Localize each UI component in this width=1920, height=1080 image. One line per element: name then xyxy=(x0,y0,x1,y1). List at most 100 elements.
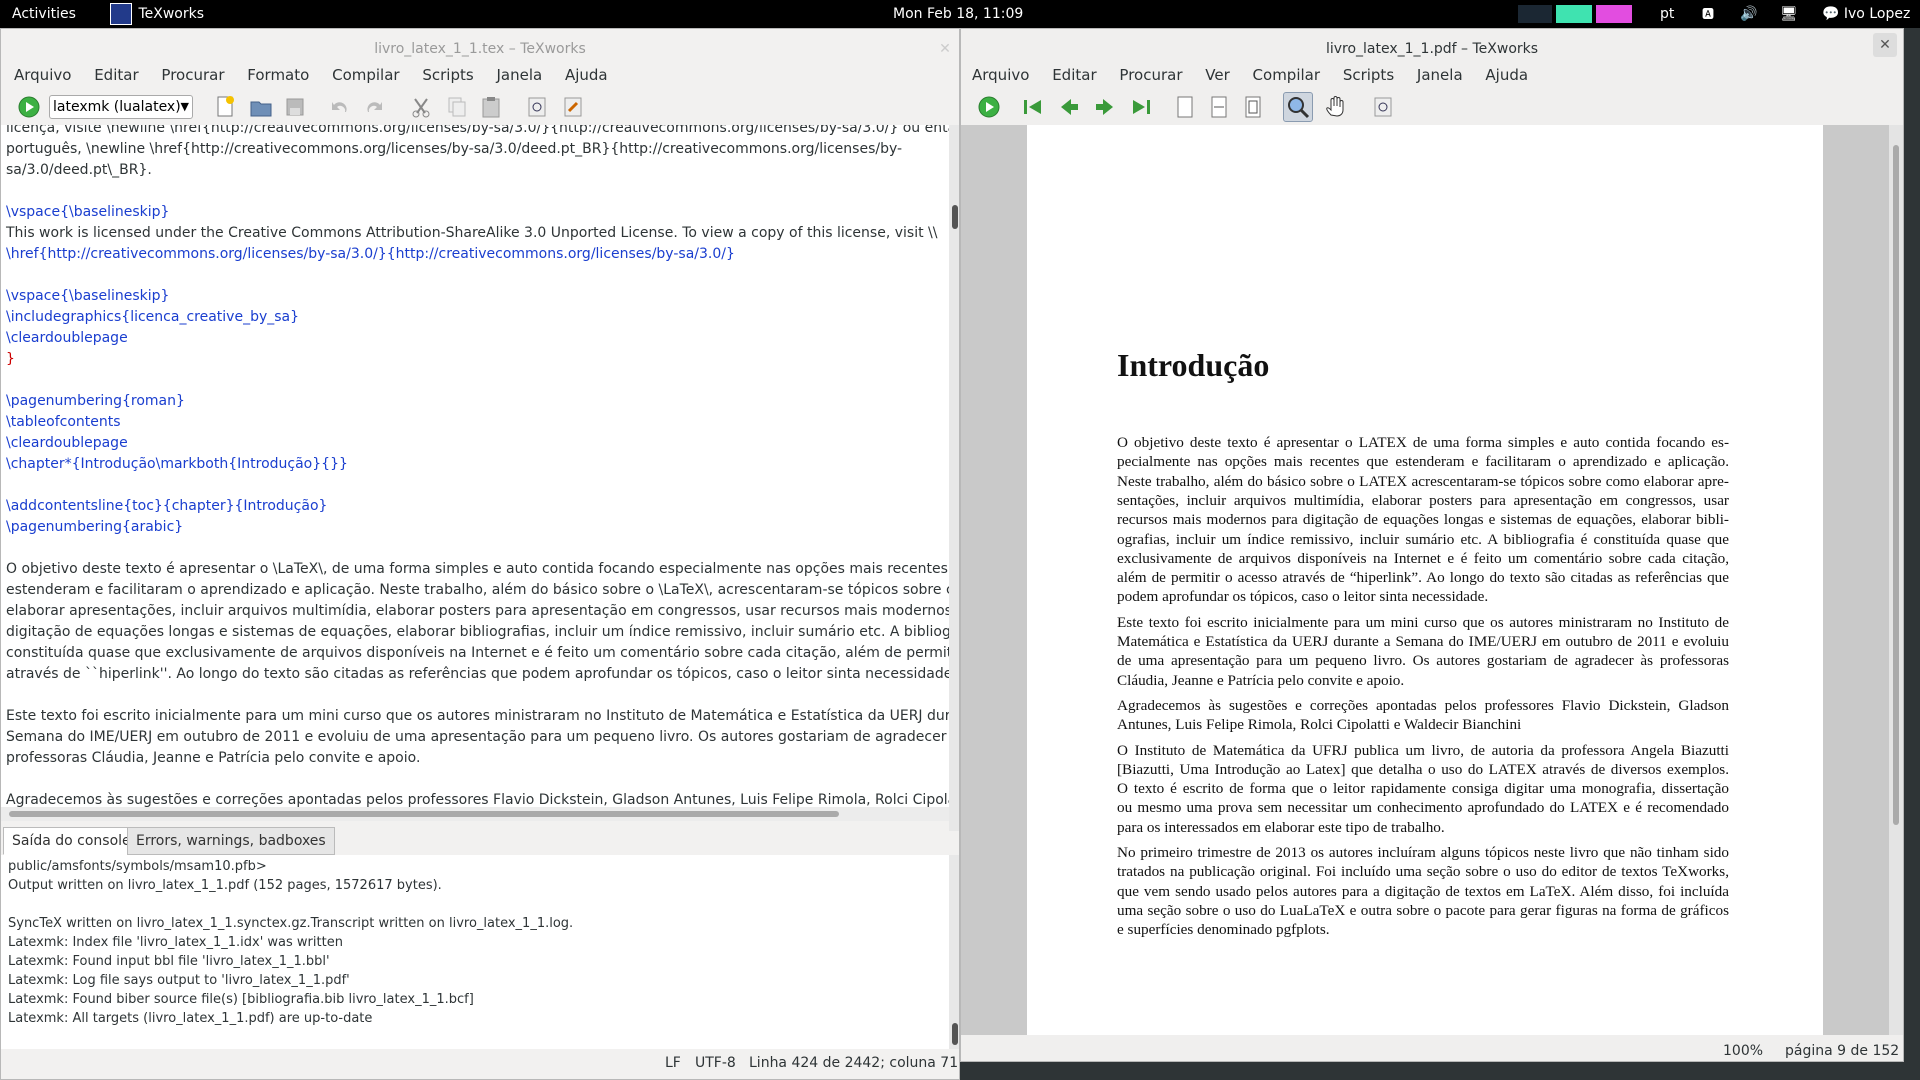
fit-width-icon[interactable] xyxy=(1207,95,1231,119)
source-line: \vspace{\baselineskip} xyxy=(6,288,170,304)
close-icon[interactable]: ✕ xyxy=(1873,33,1897,57)
save-icon[interactable] xyxy=(283,95,307,119)
new-document-icon[interactable] xyxy=(213,95,237,119)
menu-scripts[interactable]: Scripts xyxy=(1334,61,1403,89)
next-page-icon[interactable] xyxy=(1093,95,1117,119)
engine-select[interactable]: latexmk (lualatex) ▼ xyxy=(49,95,193,119)
menu-procurar[interactable]: Procurar xyxy=(1110,61,1191,89)
menu-arquivo[interactable]: Arquivo xyxy=(963,61,1038,89)
magnify-tool-icon[interactable] xyxy=(1283,92,1313,122)
copy-icon[interactable] xyxy=(445,95,469,119)
pdf-toolbar xyxy=(961,89,1903,125)
pdf-text-line: de uma apresentação para um pequeno livr… xyxy=(1117,652,1729,670)
pdf-text-line: pecialmente nas opções mais recentes que… xyxy=(1117,453,1729,471)
pdf-text-line: No primeiro trimestre de 2013 os autores… xyxy=(1117,844,1729,861)
source-line: \href{http://creativecommons.org/license… xyxy=(6,246,735,262)
pdf-viewport[interactable]: Introdução O objetivo deste texto é apre… xyxy=(961,125,1899,1035)
pdf-text-line: podem aprofundar os tópicos, caso o leit… xyxy=(1117,588,1489,606)
menu-formato[interactable]: Formato xyxy=(238,61,318,89)
app-menu[interactable]: TeXworks xyxy=(110,0,204,28)
keyboard-layout[interactable]: pt xyxy=(1660,0,1674,28)
encoding[interactable]: UTF-8 xyxy=(695,1055,736,1071)
editor-hscrollbar[interactable] xyxy=(1,807,949,821)
volume-icon[interactable]: 🔊 xyxy=(1740,0,1757,28)
scroll-hand-icon[interactable] xyxy=(1323,95,1347,119)
pdf-text-line: Matemática e Estatística da UERJ durante… xyxy=(1117,633,1729,650)
menu-janela[interactable]: Janela xyxy=(487,61,551,89)
menu-bar: Arquivo Editar Procurar Formato Compilar… xyxy=(1,61,959,89)
source-line: licença, visite \newline \href{http://cr… xyxy=(6,125,949,136)
pdf-text-line: Agradecemos às sugestões e correções apo… xyxy=(1117,696,1729,714)
first-page-icon[interactable] xyxy=(1021,95,1045,119)
line-ending[interactable]: LF xyxy=(665,1055,681,1071)
menu-arquivo[interactable]: Arquivo xyxy=(5,61,80,89)
previous-page-icon[interactable] xyxy=(1057,95,1081,119)
close-icon[interactable]: ✕ xyxy=(933,37,957,61)
console-line: Latexmk: Log file says output to 'livro_… xyxy=(8,973,350,988)
typeset-button[interactable] xyxy=(17,95,41,119)
fit-page-icon[interactable] xyxy=(1241,95,1265,119)
activities-button[interactable]: Activities xyxy=(12,0,76,28)
console-line: SyncTeX written on livro_latex_1_1.synct… xyxy=(8,916,574,931)
menu-editar[interactable]: Editar xyxy=(85,61,147,89)
accessibility-icon[interactable]: 🅰 xyxy=(1702,0,1714,28)
source-line: \addcontentsline{toc}{chapter}{Introduçã… xyxy=(6,498,328,514)
console-line: Latexmk: All targets (livro_latex_1_1.pd… xyxy=(8,1011,373,1026)
source-line: Agradecemos às sugestões e correções apo… xyxy=(6,792,949,807)
last-page-icon[interactable] xyxy=(1129,95,1153,119)
undo-icon[interactable] xyxy=(327,95,351,119)
texworks-app-icon xyxy=(110,3,132,25)
source-line: através de ``hiperlink''. Ao longo do te… xyxy=(6,666,949,682)
menu-scripts[interactable]: Scripts xyxy=(413,61,482,89)
pdf-text-line: Cláudia, Jeanne e Patrícia pelo convite … xyxy=(1117,671,1405,689)
menu-janela[interactable]: Janela xyxy=(1408,61,1472,89)
replace-icon[interactable] xyxy=(561,95,585,119)
app-name: TeXworks xyxy=(138,6,205,22)
pdf-text-line: Neste trabalho, além do básico sobre o L… xyxy=(1117,472,1729,490)
pdf-text-line: O objetivo deste texto é apresentar o LA… xyxy=(1117,434,1729,451)
workspace-indicator[interactable] xyxy=(1596,5,1632,23)
zoom-level[interactable]: 100% xyxy=(1723,1043,1763,1059)
pdf-scrollbar[interactable] xyxy=(1889,125,1903,1035)
tab-errors-warnings[interactable]: Errors, warnings, badboxes xyxy=(127,827,335,855)
cut-icon[interactable] xyxy=(409,95,433,119)
tab-console-output[interactable]: Saída do console xyxy=(3,827,140,855)
source-line: \includegraphics{licenca_creative_by_sa} xyxy=(6,309,300,325)
network-icon[interactable]: 🖥 xyxy=(1780,0,1798,28)
menu-ver[interactable]: Ver xyxy=(1196,61,1239,89)
paste-icon[interactable] xyxy=(479,95,503,119)
source-line: professoras Cláudia, Jeanne e Patrícia p… xyxy=(6,750,421,766)
redo-icon[interactable] xyxy=(363,95,387,119)
window-title: livro_latex_1_1.pdf – TeXworks xyxy=(1325,41,1539,57)
menu-ajuda[interactable]: Ajuda xyxy=(1476,61,1537,89)
pdf-page: Introdução O objetivo deste texto é apre… xyxy=(1027,125,1823,1035)
user-menu[interactable]: 💬 Ivo Lopez xyxy=(1822,0,1910,28)
menu-compilar[interactable]: Compilar xyxy=(1244,61,1329,89)
source-editor[interactable]: licença, visite \newline \href{http://cr… xyxy=(1,125,949,807)
open-folder-icon[interactable] xyxy=(249,95,273,119)
chevron-down-icon: ▼ xyxy=(180,100,189,113)
console-output[interactable]: public/amsfonts/symbols/msam10.pfb> Outpu… xyxy=(1,855,949,1049)
source-line: Semana do IME/UERJ em outubro de 2011 e … xyxy=(6,729,949,745)
editor-scrollbar[interactable] xyxy=(949,125,959,831)
pdf-text-line: uma seção sobre o uso do LuaLaTeX e outr… xyxy=(1117,901,1729,919)
source-line: This work is licensed under the Creative… xyxy=(6,225,938,241)
typeset-button[interactable] xyxy=(977,95,1001,119)
menu-procurar[interactable]: Procurar xyxy=(152,61,233,89)
actual-size-icon[interactable] xyxy=(1173,95,1197,119)
menu-editar[interactable]: Editar xyxy=(1043,61,1105,89)
menu-ajuda[interactable]: Ajuda xyxy=(556,61,617,89)
workspace-indicator[interactable] xyxy=(1556,5,1592,23)
source-line: Este texto foi escrito inicialmente para… xyxy=(6,708,949,724)
console-scrollbar[interactable] xyxy=(949,855,959,1049)
workspace-indicator[interactable] xyxy=(1518,5,1552,23)
cursor-position: Linha 424 de 2442; coluna 71 xyxy=(749,1055,959,1071)
menu-compilar[interactable]: Compilar xyxy=(323,61,408,89)
user-name: Ivo Lopez xyxy=(1843,6,1911,22)
pdf-text-line: Este texto foi escrito inicialmente para… xyxy=(1117,613,1729,631)
source-line: O objetivo deste texto é apresentar o \L… xyxy=(6,561,949,577)
find-icon[interactable] xyxy=(1371,95,1395,119)
clock[interactable]: Mon Feb 18, 11:09 xyxy=(893,0,1023,28)
find-icon[interactable] xyxy=(525,95,549,119)
console-line: Latexmk: Found biber source file(s) [bib… xyxy=(8,992,474,1007)
